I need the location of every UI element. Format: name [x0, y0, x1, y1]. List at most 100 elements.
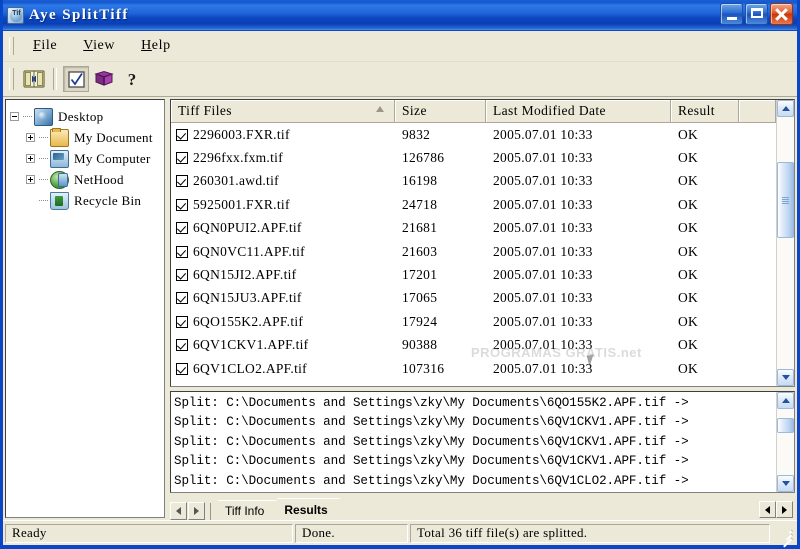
results-log-body[interactable]: Split: C:\Documents and Settings\zky\My … [171, 392, 776, 492]
log-scroll-thumb[interactable] [777, 418, 794, 433]
tab-tiff-info[interactable]: Tiff Info [211, 500, 276, 520]
tree-expander-placeholder [26, 196, 35, 205]
column-label: Tiff Files [178, 103, 232, 118]
row-checkbox[interactable] [176, 245, 188, 258]
tree-expander-my-computer[interactable] [26, 154, 35, 163]
column-header-result[interactable]: Result [671, 100, 739, 122]
split-tiff-button[interactable] [21, 66, 47, 92]
tree-expander-nethood[interactable] [26, 175, 35, 184]
right-pane: Tiff Files Size Last Modified Date Resul… [170, 99, 795, 520]
menu-view[interactable]: View [70, 36, 128, 56]
column-header-filler [739, 100, 776, 122]
listview-vertical-scrollbar[interactable] [776, 100, 794, 386]
row-checkbox[interactable] [176, 222, 188, 235]
close-button[interactable] [770, 3, 793, 25]
file-name-label: 6QN15JI2.APF.tif [193, 267, 297, 283]
table-row[interactable]: 6QV1CLO2.APF.tif 107316 2005.07.01 10:33 OK [171, 357, 776, 380]
scroll-up-button[interactable] [777, 100, 794, 117]
book-button[interactable] [91, 66, 117, 92]
folder-tree-pane: Desktop My Document My Computer NetHood … [5, 99, 165, 518]
scroll-track[interactable] [777, 117, 794, 369]
log-horizontal-scrollbar[interactable] [759, 501, 793, 518]
cell-file-name: 5925001.FXR.tif [171, 197, 395, 213]
file-name-label: 6QO155K2.APF.tif [193, 313, 304, 329]
cell-size: 17201 [402, 267, 438, 283]
cell-size: 24718 [402, 196, 438, 212]
toolbar-grip[interactable] [9, 68, 14, 90]
menu-file[interactable]: File [20, 36, 70, 56]
cell-file-name: 6QN0VC11.APF.tif [171, 244, 395, 260]
row-checkbox[interactable] [176, 198, 188, 211]
cell-result: OK [678, 313, 699, 329]
hscroll-right-button[interactable] [776, 501, 793, 518]
cell-size: 105554 [395, 384, 486, 386]
file-name-label: 6QN0PUI2.APF.tif [193, 220, 302, 236]
log-line: Split: C:\Documents and Settings\zky\My … [174, 434, 689, 449]
table-row[interactable]: 2296003.FXR.tif 9832 2005.07.01 10:33 OK [171, 123, 776, 146]
tree-label-nethood: NetHood [74, 171, 124, 187]
row-checkbox[interactable] [176, 339, 188, 352]
listview-rows: 2296003.FXR.tif 9832 2005.07.01 10:33 OK 229… [171, 123, 776, 386]
table-row[interactable]: 5925001.FXR.tif 24718 2005.07.01 10:33 OK [171, 193, 776, 216]
row-checkbox[interactable] [176, 128, 188, 141]
help-button[interactable]: ? [119, 66, 145, 92]
hscroll-left-button[interactable] [759, 501, 776, 518]
folder-tree: Desktop My Document My Computer NetHood … [6, 100, 164, 211]
status-bar: Ready Done. Total 36 tiff file(s) are sp… [3, 520, 797, 548]
table-row[interactable]: 6QV1CKV1.APF.tif 90388 2005.07.01 10:33 OK [171, 334, 776, 357]
row-checkbox[interactable] [176, 362, 188, 375]
cell-last-modified: 2005.07.01 10:33 [486, 384, 671, 386]
tiff-files-listview: Tiff Files Size Last Modified Date Resul… [170, 99, 795, 387]
table-row[interactable]: 6QN15JI2.APF.tif 17201 2005.07.01 10:33 OK [171, 263, 776, 286]
row-checkbox[interactable] [176, 175, 188, 188]
recycle-bin-icon [50, 191, 69, 210]
tree-node-my-computer[interactable]: My Computer [10, 148, 164, 169]
scroll-thumb[interactable] [777, 162, 794, 238]
column-header-tiff-files[interactable]: Tiff Files [171, 100, 395, 122]
tab-label: Results [284, 502, 328, 517]
table-row[interactable]: 260301.awd.tif 16198 2005.07.01 10:33 OK [171, 170, 776, 193]
cell-file-name: 6QN15JU3.APF.tif [171, 290, 395, 306]
tree-expander-desktop[interactable] [10, 112, 19, 121]
log-vertical-scrollbar[interactable] [776, 392, 794, 492]
tree-node-recycle-bin[interactable]: Recycle Bin [10, 190, 164, 211]
row-checkbox[interactable] [176, 269, 188, 282]
cell-last-modified: 2005.07.01 10:33 [493, 220, 593, 236]
checkbox-icon [67, 70, 85, 88]
tree-expander-my-document[interactable] [26, 133, 35, 142]
select-all-button[interactable] [63, 66, 89, 92]
table-row[interactable]: 2296fxx.fxm.tif 126786 2005.07.01 10:33 OK [171, 146, 776, 169]
tab-results[interactable]: Results [270, 498, 339, 520]
log-scroll-track[interactable] [777, 409, 794, 475]
maximize-button[interactable] [745, 3, 768, 25]
tree-node-my-document[interactable]: My Document [10, 127, 164, 148]
cell-result: OK [678, 337, 699, 353]
column-header-size[interactable]: Size [395, 100, 486, 122]
tree-dots [39, 157, 48, 160]
table-row[interactable]: 6QN0VC11.APF.tif 21603 2005.07.01 10:33 OK [171, 240, 776, 263]
log-scroll-up-button[interactable] [777, 392, 794, 409]
cell-file-name: 260301.awd.tif [171, 173, 395, 189]
cell-result: OK [671, 384, 739, 386]
file-name-label: 6QN0VC11.APF.tif [193, 243, 305, 259]
resize-grip-icon[interactable] [780, 526, 794, 548]
table-row[interactable]: 6QV1CMS3.APF.tif 1055542005.07.01 10:33OK [171, 380, 776, 386]
cell-file-name: 6QV1CKV1.APF.tif [171, 337, 395, 353]
scroll-down-button[interactable] [777, 369, 794, 386]
tab-divider [210, 503, 211, 520]
tab-scroll-left-button[interactable] [170, 501, 187, 520]
column-header-last-modified[interactable]: Last Modified Date [486, 100, 671, 122]
table-row[interactable]: 6QO155K2.APF.tif 17924 2005.07.01 10:33 OK [171, 310, 776, 333]
row-checkbox[interactable] [176, 315, 188, 328]
minimize-button[interactable] [720, 3, 743, 25]
table-row[interactable]: 6QN15JU3.APF.tif 17065 2005.07.01 10:33 OK [171, 287, 776, 310]
menu-help[interactable]: Help [128, 36, 184, 56]
tree-node-desktop[interactable]: Desktop [10, 106, 164, 127]
log-scroll-down-button[interactable] [777, 475, 794, 492]
tab-scroll-right-button[interactable] [188, 501, 205, 520]
row-checkbox[interactable] [176, 152, 188, 165]
file-name-label: 6QV1CLO2.APF.tif [193, 360, 307, 376]
row-checkbox[interactable] [176, 292, 188, 305]
table-row[interactable]: 6QN0PUI2.APF.tif 21681 2005.07.01 10:33 OK [171, 217, 776, 240]
tree-node-nethood[interactable]: NetHood [10, 169, 164, 190]
